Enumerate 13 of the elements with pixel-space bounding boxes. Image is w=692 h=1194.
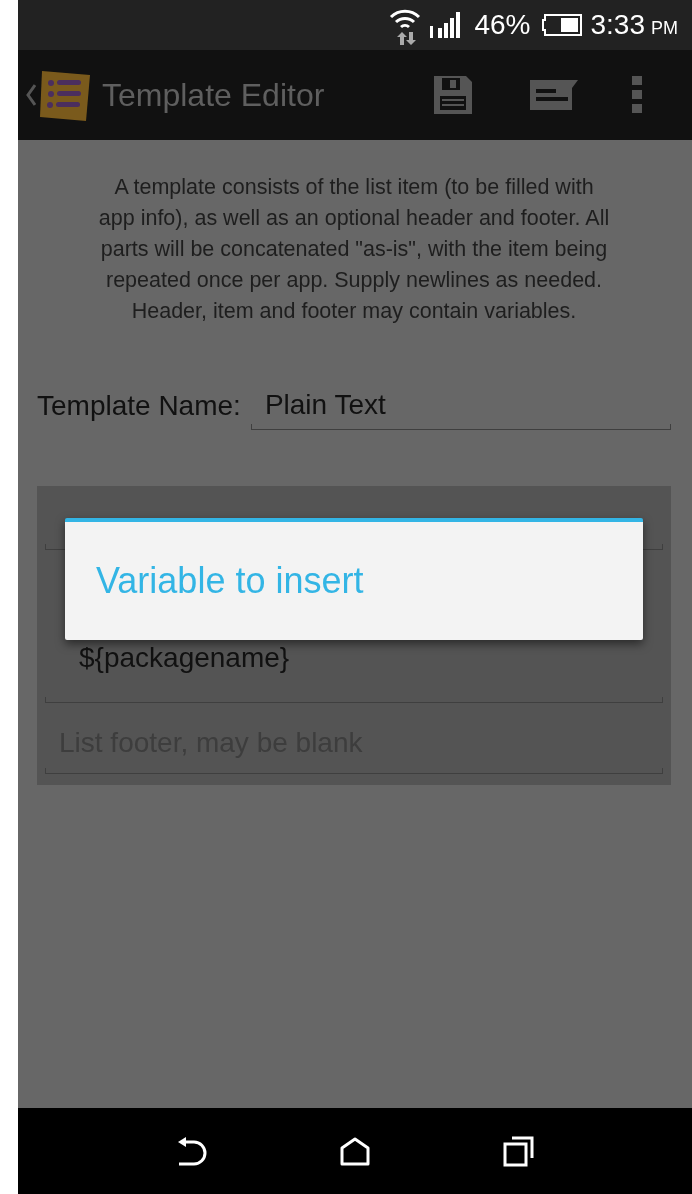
description-text: A template consists of the list item (to be filled with app info), as well as an optional header and footer. All parts will be concatenated "as-is", with the item being repeated once per app. Supply newlines as needed. Header, item and footer may contain variables. [97,174,611,325]
clock-time: 3:33 [590,9,645,41]
clock-period: PM [651,18,678,39]
home-icon[interactable] [340,1136,370,1166]
template-name-label: Template Name: [37,390,241,423]
recent-apps-icon[interactable] [503,1135,536,1167]
battery-percent: 46% [474,9,531,41]
back-chevron-icon[interactable] [26,84,36,106]
overflow-menu-icon[interactable] [632,76,642,114]
template-name-field[interactable]: Plain Text [250,389,671,430]
dialog-title: Variable to insert [96,560,364,602]
save-icon[interactable] [432,74,474,116]
screen-title: Template Editor [102,76,326,114]
